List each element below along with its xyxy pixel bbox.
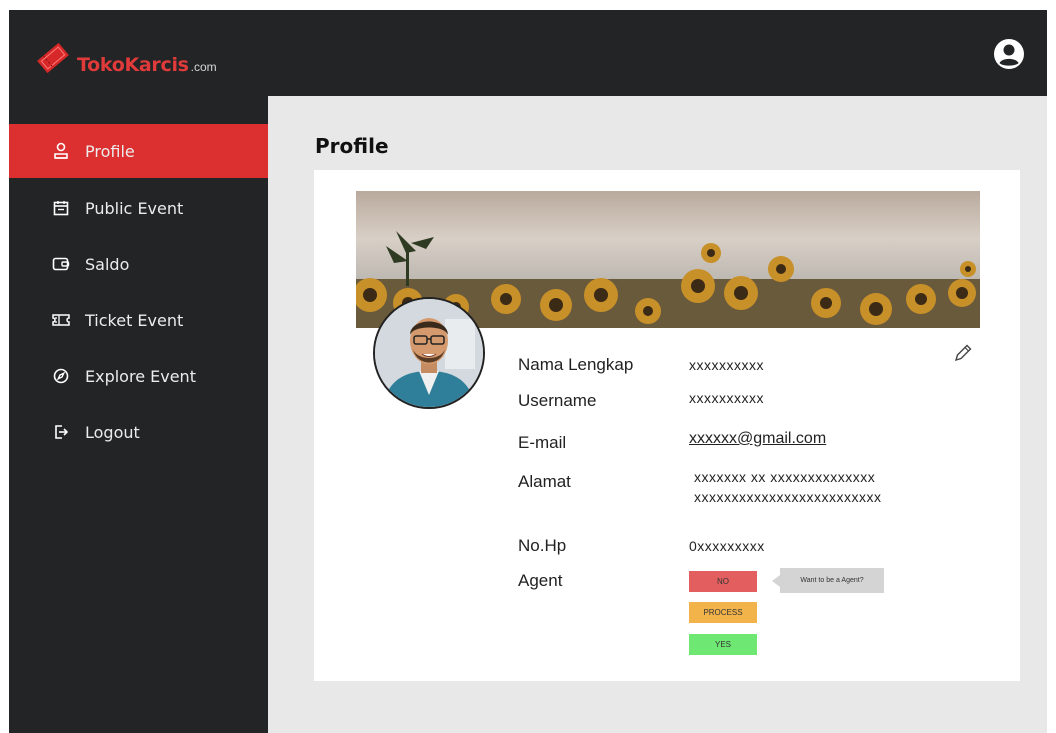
sidebar-item-label: Public Event (85, 198, 184, 218)
username-label: Username (518, 391, 597, 410)
sidebar-item-label: Ticket Event (85, 310, 184, 330)
email-label: E-mail (518, 433, 567, 452)
page-title: Profile (315, 134, 389, 158)
profile-icon (51, 141, 71, 161)
sidebar-item-profile[interactable]: Profile (9, 124, 268, 178)
edit-pencil-icon[interactable] (952, 342, 974, 364)
logo-mark-icon (33, 40, 73, 76)
calendar-icon (51, 198, 71, 218)
compass-icon (51, 366, 71, 386)
logo-text: TokoKarcis (77, 54, 189, 76)
logo-suffix: .com (190, 60, 217, 74)
agent-status-yes-button[interactable]: YES (689, 634, 757, 655)
profile-card: Nama Lengkap xxxxxxxxxx Username xxxxxxx… (314, 170, 1020, 681)
sidebar-item-label: Saldo (85, 254, 130, 274)
avatar (373, 297, 485, 409)
top-bar: TokoKarcis .com (9, 10, 1047, 96)
sidebar-item-logout[interactable]: Logout (9, 405, 268, 459)
sidebar-item-explore-event[interactable]: Explore Event (9, 349, 268, 403)
logo[interactable]: TokoKarcis .com (33, 40, 217, 76)
alamat-line-1: xxxxxxx xx xxxxxxxxxxxxxx (694, 469, 876, 485)
user-circle-icon[interactable] (993, 38, 1025, 70)
agent-status-no-button[interactable]: NO (689, 571, 757, 592)
agent-tooltip: Want to be a Agent? (772, 568, 884, 593)
nama-lengkap-label: Nama Lengkap (518, 355, 634, 374)
agent-status-process-button[interactable]: PROCESS (689, 602, 757, 623)
app-frame: TokoKarcis .com Profile Public Event Sal… (9, 10, 1047, 733)
alamat-value: xxxxxxx xx xxxxxxxxxxxxxx xxxxxxxxxxxxxx… (694, 467, 882, 507)
sidebar: Profile Public Event Saldo Ticket Event … (9, 96, 268, 733)
email-value[interactable]: xxxxxx@gmail.com (689, 430, 826, 448)
sidebar-item-public-event[interactable]: Public Event (9, 181, 268, 235)
wallet-icon (51, 254, 71, 274)
sidebar-item-ticket-event[interactable]: Ticket Event (9, 293, 268, 347)
nohp-value: 0xxxxxxxxx (689, 538, 765, 554)
agent-label: Agent (518, 571, 563, 590)
sidebar-item-label: Profile (85, 141, 135, 161)
alamat-line-2: xxxxxxxxxxxxxxxxxxxxxxxxx (694, 489, 882, 505)
nama-lengkap-value: xxxxxxxxxx (689, 357, 764, 373)
username-value: xxxxxxxxxx (689, 390, 764, 406)
logout-icon (51, 422, 71, 442)
nohp-label: No.Hp (518, 536, 567, 555)
ticket-icon (51, 310, 71, 330)
alamat-label: Alamat (518, 472, 571, 491)
sidebar-item-label: Logout (85, 422, 140, 442)
sidebar-item-saldo[interactable]: Saldo (9, 237, 268, 291)
sidebar-item-label: Explore Event (85, 366, 196, 386)
